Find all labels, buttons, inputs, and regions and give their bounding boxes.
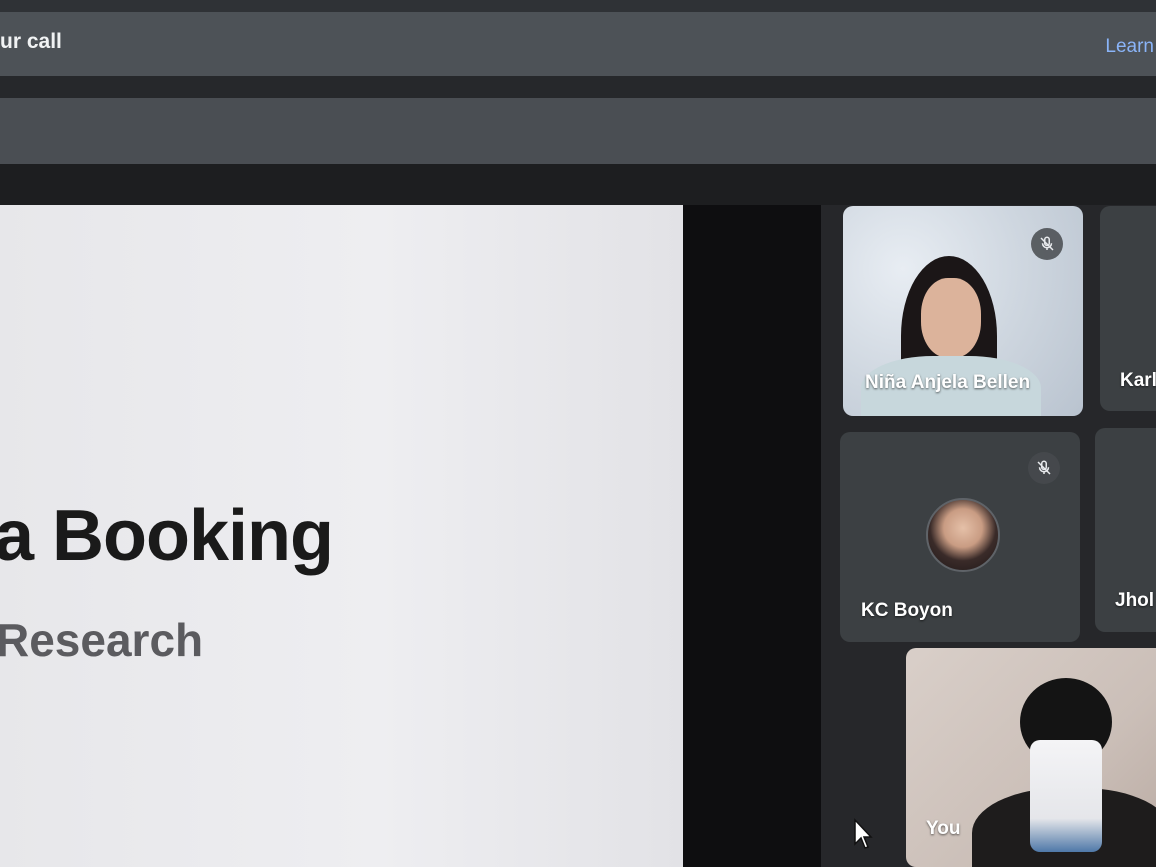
window-top-strip	[0, 0, 1156, 12]
presentation-letterbox	[683, 205, 821, 867]
participant-name: KC Boyon	[861, 600, 953, 621]
participant-tile-kc-boyon[interactable]: KC Boyon	[840, 432, 1080, 642]
participant-tile-nina[interactable]: Niña Anjela Bellen	[843, 206, 1083, 416]
mouse-cursor-icon	[854, 818, 873, 849]
toolbar-bar	[0, 98, 1156, 164]
slide-subtitle: Research	[0, 614, 204, 666]
participant-name: Jhol	[1115, 590, 1155, 611]
participant-tile-karl[interactable]: Karl	[1100, 206, 1156, 411]
participant-name: Niña Anjela Bellen	[865, 372, 1031, 393]
mic-off-icon	[1031, 228, 1063, 260]
meeting-header-band	[0, 164, 1156, 206]
learn-more-link[interactable]: Learn	[1105, 36, 1154, 58]
participant-face	[921, 278, 981, 358]
participant-name: Karl	[1120, 370, 1156, 391]
separator-bar	[0, 76, 1156, 98]
phone-in-video	[1030, 740, 1102, 852]
slide-title: a Booking	[0, 496, 334, 576]
mic-off-icon	[1028, 452, 1060, 484]
banner-message: ur call	[0, 30, 62, 53]
participant-tile-jhol[interactable]: Jhol	[1095, 428, 1156, 632]
presentation-slide: a Booking Research	[0, 205, 687, 867]
self-name: You	[926, 818, 961, 839]
participant-tile-self[interactable]: You	[906, 648, 1156, 867]
info-banner: ur call Learn	[0, 12, 1156, 76]
avatar	[926, 498, 1000, 572]
